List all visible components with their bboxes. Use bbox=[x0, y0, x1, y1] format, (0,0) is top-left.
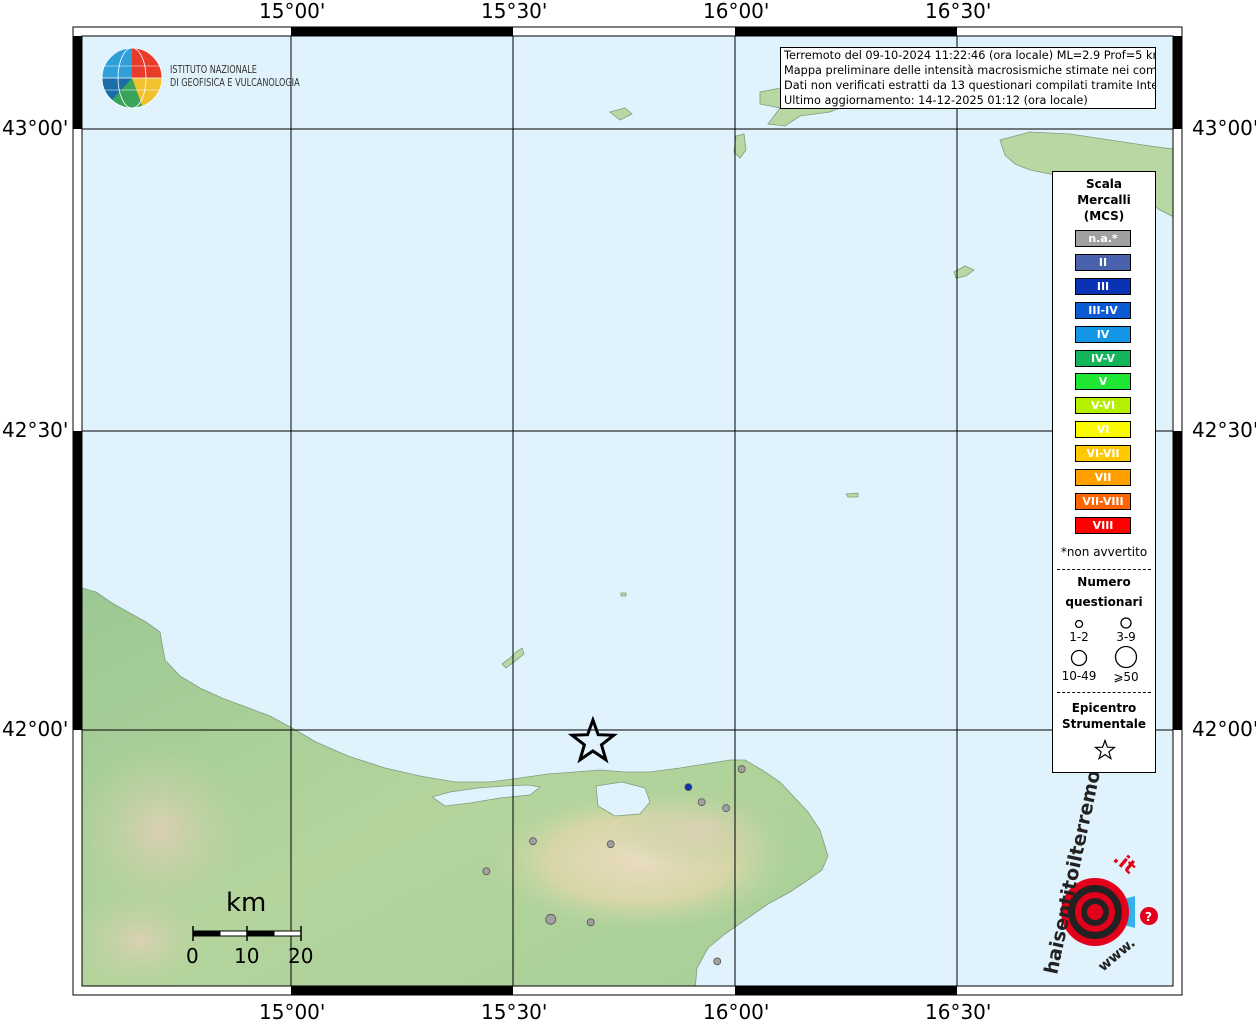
legend-swatch-ii: II bbox=[1075, 253, 1131, 271]
lon-label-top-1500: 15°00' bbox=[259, 0, 326, 23]
lat-label-right-4230: 42°30' bbox=[1192, 418, 1256, 442]
observation-point[interactable] bbox=[606, 840, 615, 849]
legend-questionari-title-1: Numero bbox=[1077, 575, 1131, 589]
island-pianosa bbox=[620, 592, 627, 597]
observation-point[interactable] bbox=[713, 957, 722, 966]
observation-point[interactable] bbox=[482, 867, 491, 876]
event-info-line4: Ultimo aggiornamento: 14-12-2025 01:12 (… bbox=[784, 94, 1088, 107]
legend-swatch-iv: IV bbox=[1075, 325, 1131, 343]
ingv-logo-line2: DI GEOFISICA E VULCANOLOGIA bbox=[170, 76, 300, 89]
event-info-line3: Dati non verificati estratti da 13 quest… bbox=[784, 79, 1156, 92]
size-label-1-2: 1-2 bbox=[1069, 630, 1089, 644]
legend-swatch-vi: VI bbox=[1075, 421, 1131, 439]
size-symbol-50 bbox=[1114, 645, 1138, 669]
legend-separator-2 bbox=[1057, 692, 1151, 693]
lon-label-bottom-1500: 15°00' bbox=[259, 1000, 326, 1024]
apennine-hills-2 bbox=[82, 890, 210, 986]
size-symbol-10-49 bbox=[1070, 649, 1088, 667]
lon-label-bottom-1530: 15°30' bbox=[481, 1000, 548, 1024]
size-label-3-9: 3-9 bbox=[1116, 630, 1136, 644]
ingv-logo-line1: ISTITUTO NAZIONALE bbox=[170, 63, 257, 76]
legend-swatch-viiviii: VII-VIII bbox=[1075, 492, 1131, 510]
legend-questionari-title-2: questionari bbox=[1065, 595, 1143, 609]
observation-point[interactable] bbox=[529, 837, 537, 846]
scale-tick-20: 20 bbox=[288, 944, 314, 968]
legend-swatch-viii: VIII bbox=[1075, 516, 1131, 534]
legend-note: *non avvertito bbox=[1060, 545, 1148, 559]
legend-swatch-iiiiv: III-IV bbox=[1075, 301, 1131, 319]
legend-swatch-vivii: VI-VII bbox=[1075, 445, 1131, 463]
event-info-line1: Terremoto del 09-10-2024 11:22:46 (ora l… bbox=[784, 49, 1156, 62]
scale-unit: km bbox=[226, 888, 267, 918]
legend-title-mcs: (MCS) bbox=[1083, 209, 1125, 223]
legend-panel: Scala Mercalli (MCS) n.a.* II III III-IV IV I… bbox=[1052, 171, 1156, 773]
size-label-10-49: 10-49 bbox=[1061, 669, 1097, 683]
scale-tick-0: 0 bbox=[186, 944, 199, 968]
lat-label-left-4230: 42°30' bbox=[2, 418, 69, 442]
map-root: ? haisentitoilterremoto .it www. 15°00' … bbox=[0, 0, 1256, 1024]
legend-swatch-v: V bbox=[1075, 373, 1131, 391]
lat-label-left-4200: 42°00' bbox=[2, 717, 69, 741]
size-symbol-3-9 bbox=[1120, 617, 1132, 629]
lon-label-bottom-1630: 16°30' bbox=[925, 1000, 992, 1024]
lat-label-right-4300: 43°00' bbox=[1192, 116, 1256, 140]
legend-swatch-vii: VII bbox=[1075, 469, 1131, 486]
legend-epicentro-title-2: Strumentale bbox=[1061, 717, 1147, 731]
legend-title-mercalli: Mercalli bbox=[1077, 193, 1131, 207]
svg-text:?: ? bbox=[1145, 910, 1152, 924]
observation-point[interactable] bbox=[697, 798, 706, 807]
legend-epicentro-title-1: Epicentro bbox=[1071, 701, 1137, 715]
observation-point[interactable] bbox=[545, 913, 557, 925]
island-palagruza bbox=[845, 492, 859, 498]
legend-swatch-iii: III bbox=[1075, 277, 1131, 295]
lat-label-left-4300: 43°00' bbox=[2, 116, 69, 140]
legend-title-scala: Scala bbox=[1085, 177, 1123, 191]
observation-point[interactable] bbox=[684, 783, 693, 791]
scale-tick-10: 10 bbox=[234, 944, 260, 968]
event-info-line2: Mappa preliminare delle intensità macros… bbox=[784, 64, 1156, 77]
observation-point[interactable] bbox=[586, 918, 595, 927]
ingv-logo-globe bbox=[101, 47, 163, 109]
legend-epicenter-star-icon bbox=[1094, 739, 1116, 761]
lon-label-bottom-1600: 16°00' bbox=[703, 1000, 770, 1024]
lon-label-top-1630: 16°30' bbox=[925, 0, 992, 23]
ingv-logo-text: ISTITUTO NAZIONALE DI GEOFISICA E VULCAN… bbox=[170, 63, 300, 89]
size-symbol-1-2 bbox=[1074, 619, 1084, 629]
lon-label-top-1600: 16°00' bbox=[703, 0, 770, 23]
legend-separator-1 bbox=[1057, 569, 1151, 570]
observation-point[interactable] bbox=[737, 765, 746, 773]
lat-label-right-4200: 42°00' bbox=[1192, 717, 1256, 741]
lon-label-top-1530: 15°30' bbox=[481, 0, 548, 23]
event-info-box: Terremoto del 09-10-2024 11:22:46 (ora l… bbox=[780, 47, 1156, 109]
legend-swatch-ivv: IV-V bbox=[1075, 349, 1131, 367]
size-label-50: ⩾50 bbox=[1113, 670, 1139, 684]
legend-swatch-na: n.a.* bbox=[1075, 230, 1131, 247]
legend-swatch-vvi: V-VI bbox=[1075, 397, 1131, 415]
observation-point[interactable] bbox=[722, 804, 731, 813]
